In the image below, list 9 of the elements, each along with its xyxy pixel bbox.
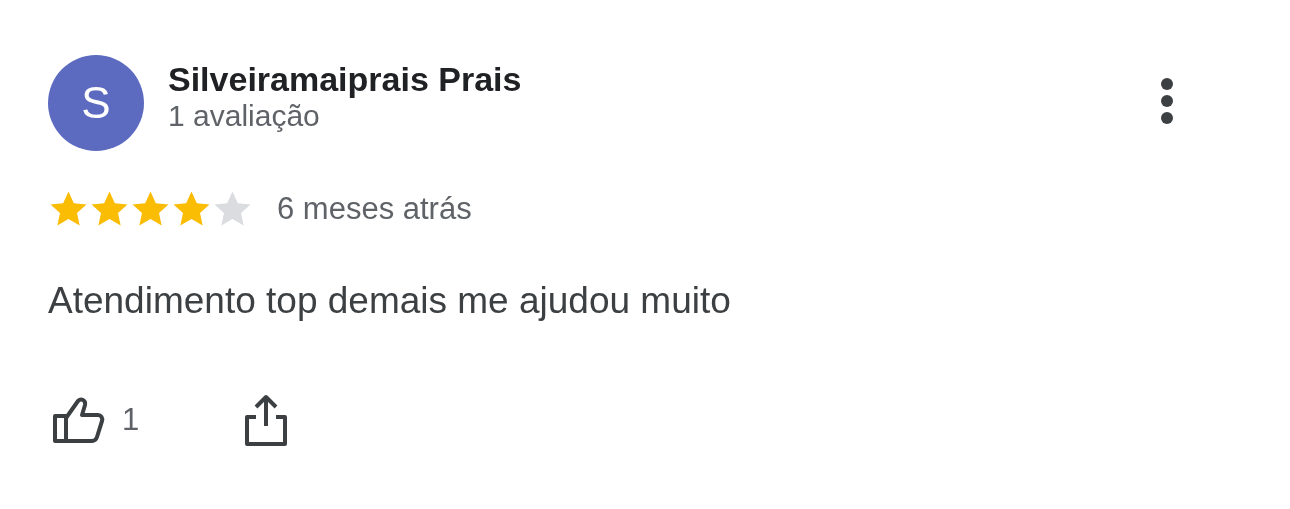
review-text: Atendimento top demais me ajudou muito <box>48 279 732 323</box>
reviewer-name[interactable]: Silveiramaiprais Prais <box>168 61 522 99</box>
like-button[interactable]: 1 <box>52 396 140 445</box>
review-count: 1 avaliação <box>168 98 321 135</box>
more-options-button[interactable] <box>1160 77 1174 125</box>
avatar: S <box>48 55 144 151</box>
thumbs-up-icon <box>52 396 106 445</box>
share-button[interactable] <box>244 393 289 448</box>
review-date: 6 meses atrás <box>277 189 472 228</box>
